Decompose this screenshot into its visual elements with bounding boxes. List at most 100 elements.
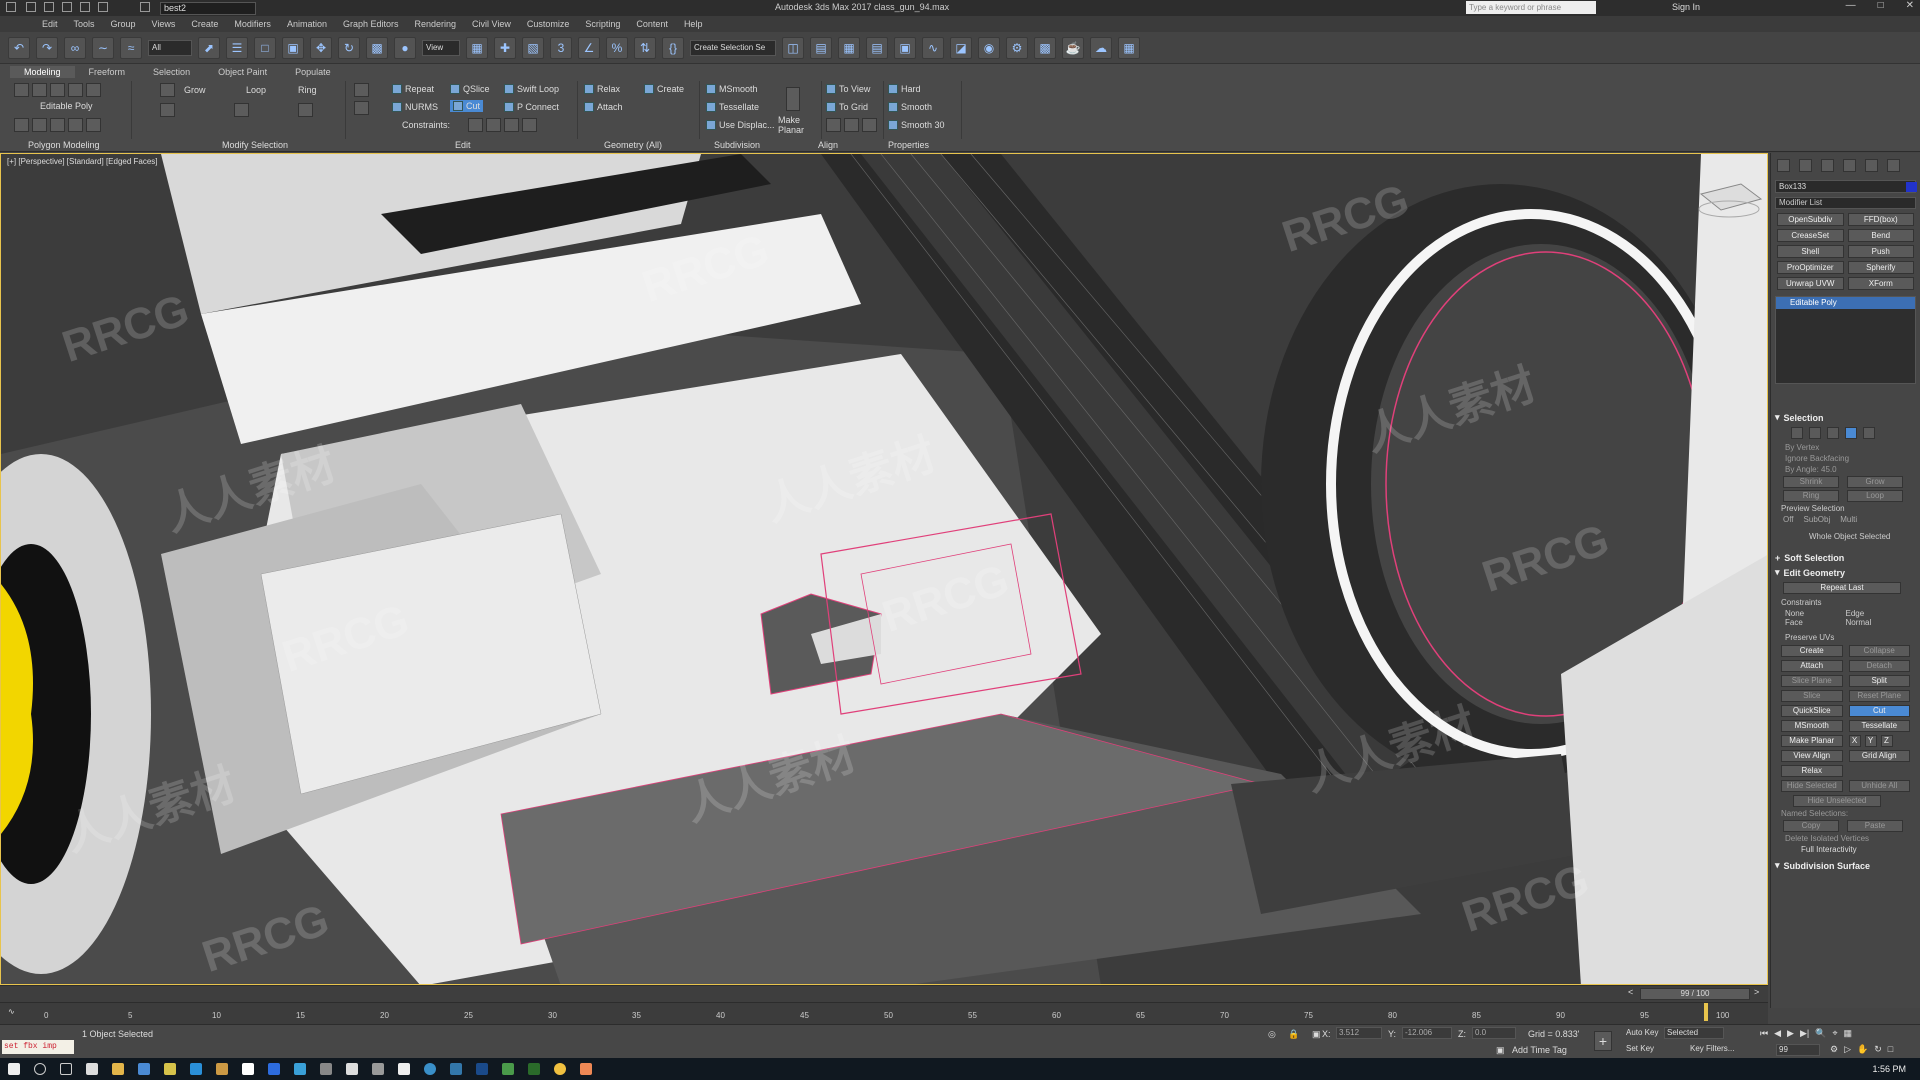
preserve-uvs-icon[interactable] [354,83,369,97]
utilities-tab-icon[interactable] [1887,159,1900,172]
unhide-all-button[interactable]: Unhide All [1848,780,1910,792]
close-icon[interactable]: ✕ [1906,0,1914,11]
render-setup-icon[interactable]: ⚙ [1006,36,1028,59]
task-view-icon[interactable] [60,1063,72,1075]
repeat-button[interactable]: Repeat [392,84,434,94]
scene-render[interactable] [1,154,1768,985]
use-displacement-button[interactable]: Use Displac... [706,120,775,130]
quickslice-button[interactable]: QuickSlice [1781,705,1843,717]
to-view-button[interactable]: To View [826,84,870,94]
select-object-icon[interactable]: ⬈ [198,36,220,59]
constraint-none-icon[interactable] [468,118,483,132]
percent-snap-icon[interactable]: % [606,36,628,59]
tab-modeling[interactable]: Modeling [10,66,75,78]
menu-content[interactable]: Content [636,19,668,29]
make-planar-button[interactable]: Make Planar [778,115,814,135]
constraint-normal-icon[interactable] [522,118,537,132]
layer-explorer-icon[interactable]: ▤ [866,36,888,59]
nurms-button[interactable]: NURMS [392,102,438,112]
object-color-swatch[interactable] [1906,182,1917,192]
by-vertex-checkbox[interactable]: By Vertex [1785,443,1906,452]
rendered-frame-window-icon[interactable]: ▩ [1034,36,1056,59]
modifier-creaseset-button[interactable]: CreaseSet [1777,229,1844,242]
attach-button[interactable]: Attach [584,102,623,112]
grow-selection-icon[interactable] [160,83,175,97]
minimize-icon[interactable]: — [1846,0,1856,11]
planar-x-button[interactable]: X [1848,735,1861,747]
perspective-viewport[interactable]: [+] [Perspective] [Standard] [Edged Face… [0,153,1768,985]
prev-frame-icon[interactable]: < [1628,987,1633,997]
split-checkbox[interactable]: Split [1848,675,1910,687]
create-tab-icon[interactable] [1777,159,1790,172]
slice-plane-button[interactable]: Slice Plane [1781,675,1843,687]
save-icon[interactable] [62,2,72,12]
open-file-icon[interactable] [44,2,54,12]
select-by-name-icon[interactable]: ☰ [226,36,248,59]
smooth-30-button[interactable]: Smooth 30 [888,120,945,130]
zoom-all-icon[interactable]: ⌖ [1832,1028,1837,1039]
modifier-spherify-button[interactable]: Spherify [1847,261,1914,274]
app-logo-icon[interactable] [6,2,16,12]
edge-mode-icon[interactable] [32,83,47,97]
modifier-list-dropdown[interactable]: Modifier List [1775,197,1916,209]
use-stack-icon[interactable] [50,118,65,132]
rollout-toggle-icon[interactable]: ▾ [1775,412,1780,423]
place-icon[interactable]: ● [394,36,416,59]
relax-button[interactable]: Relax [1781,765,1843,777]
unlink-icon[interactable]: ∼ [92,36,114,59]
selection-rollout[interactable]: ▾ Selection [1775,412,1916,423]
preserve-uvs-checkbox[interactable]: Preserve UVs [1785,633,1906,642]
make-planar-icon[interactable] [786,87,800,111]
hide-unselected-button[interactable]: Hide Unselected [1793,795,1881,807]
zoom-extents-icon[interactable]: ▦ [1844,1028,1853,1039]
hard-button[interactable]: Hard [888,84,921,94]
next-frame-icon[interactable]: > [1754,987,1759,997]
taskbar-app-icon[interactable] [164,1063,176,1075]
y-coordinate-field[interactable]: -12.006 [1402,1027,1452,1039]
workspace-dropdown[interactable]: best2 [160,1,256,15]
modifier-shell-button[interactable]: Shell [1777,245,1844,258]
menu-customize[interactable]: Customize [527,19,570,29]
sign-in-link[interactable]: Sign In [1672,2,1700,12]
menu-civil-view[interactable]: Civil View [472,19,511,29]
paste-button[interactable]: Paste [1847,820,1903,832]
cut-button[interactable]: Cut [1848,705,1910,717]
taskbar-app-icon[interactable] [528,1063,540,1075]
keyboard-shortcut-toggle-icon[interactable]: ▧ [522,36,544,59]
modifier-opensubdiv-button[interactable]: OpenSubdiv [1777,213,1844,226]
scene-explorer-icon[interactable]: ▦ [838,36,860,59]
full-interactivity-checkbox[interactable]: Full Interactivity [1801,845,1906,854]
maximize-viewport-icon[interactable]: □ [1888,1044,1893,1055]
material-editor-icon[interactable]: ◉ [978,36,1000,59]
ribbon-toggle-icon[interactable]: ▣ [894,36,916,59]
cut-button[interactable]: Cut [450,100,484,112]
attach-button[interactable]: Attach [1781,660,1843,672]
modifier-unwrap-uvw-button[interactable]: Unwrap UVW [1777,277,1844,290]
hide-selected-button[interactable]: Hide Selected [1781,780,1843,792]
maximize-icon[interactable]: □ [1878,0,1884,11]
taskbar-app-icon[interactable] [476,1063,488,1075]
next-key-icon[interactable]: ▶| [1800,1028,1809,1039]
menu-help[interactable]: Help [684,19,703,29]
modifier-bend-button[interactable]: Bend [1847,229,1914,242]
collapse-stack-icon[interactable] [86,118,101,132]
by-angle-row[interactable]: By Angle: 45.0 [1785,465,1906,474]
p-connect-button[interactable]: P Connect [504,102,559,112]
planar-y-button[interactable]: Y [1864,735,1877,747]
modifier-ffd-button[interactable]: FFD(box) [1847,213,1914,226]
absolute-mode-icon[interactable]: ▣ [1312,1029,1321,1040]
tab-selection[interactable]: Selection [139,66,204,78]
mini-curve-editor-icon[interactable]: ∿ [8,1007,15,1016]
taskbar-app-icon[interactable] [502,1063,514,1075]
project-folder-icon[interactable] [140,2,150,12]
undo-icon[interactable]: ↶ [8,36,30,59]
zoom-icon[interactable]: 🔍 [1815,1028,1826,1039]
pivot-center-icon[interactable]: ▦ [466,36,488,59]
z-coordinate-field[interactable]: 0.0 [1472,1027,1516,1039]
taskbar-app-icon[interactable] [138,1063,150,1075]
align-y-icon[interactable] [844,118,859,132]
time-slider[interactable]: 99 / 100 < > [0,985,1768,1002]
play-icon[interactable]: ▶ [1787,1028,1794,1039]
set-key-plus-icon[interactable]: + [1594,1031,1612,1051]
taskbar-app-icon[interactable] [398,1063,410,1075]
